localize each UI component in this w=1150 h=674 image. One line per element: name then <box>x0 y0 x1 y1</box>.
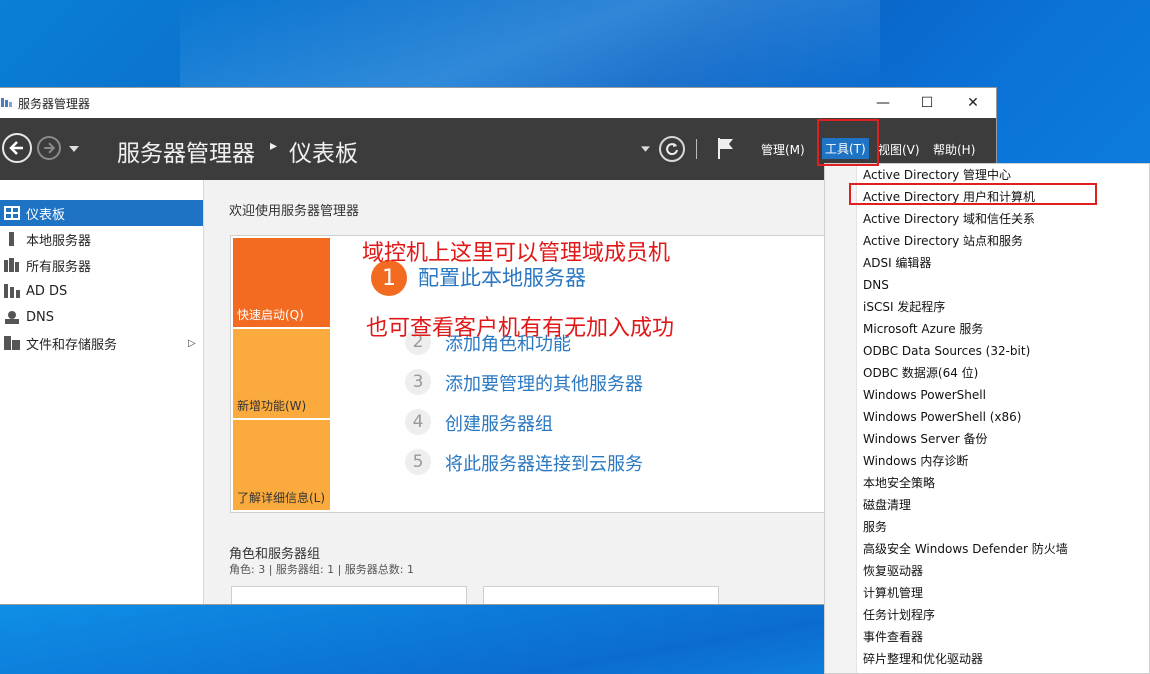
dns-icon <box>4 310 20 324</box>
tile-label: 了解详细信息(L) <box>237 491 326 505</box>
menu-help[interactable]: 帮助(H) <box>933 141 975 158</box>
sidebar-item-label: DNS <box>26 309 54 325</box>
sidebar-item-label: 文件和存储服务 <box>26 337 118 353</box>
step-link-create-group[interactable]: 创建服务器组 <box>445 410 553 436</box>
desktop-background <box>180 0 880 90</box>
refresh-icon <box>666 143 678 156</box>
tools-menu-item[interactable]: DNS <box>825 274 1149 296</box>
back-button[interactable] <box>2 133 32 163</box>
tools-menu-item[interactable]: 本地安全策略 <box>825 472 1149 494</box>
welcome-panel: 快速启动(Q) 新增功能(W) 了解详细信息(L) 1 配置此本地服务器 2 添… <box>230 235 832 513</box>
welcome-title: 欢迎使用服务器管理器 <box>229 204 360 219</box>
sidebar-item-label: 本地服务器 <box>26 233 92 249</box>
server-manager-icon <box>0 97 14 109</box>
notifications-flag-icon[interactable] <box>716 136 736 160</box>
tools-menu-item[interactable]: 磁盘清理 <box>825 494 1149 516</box>
sidebar-item-all-servers[interactable]: 所有服务器 <box>0 252 203 278</box>
tools-menu-item[interactable]: 碎片整理和优化驱动器 <box>825 648 1149 670</box>
toolbar-divider <box>696 139 697 159</box>
tools-menu-item[interactable]: Active Directory 域和信任关系 <box>825 208 1149 230</box>
tools-menu-item[interactable]: 计算机管理 <box>825 582 1149 604</box>
tools-menu-list: Active Directory 管理中心 Active Directory 用户… <box>825 164 1149 670</box>
tools-menu-item[interactable]: Active Directory 站点和服务 <box>825 230 1149 252</box>
tools-menu-item[interactable]: Windows PowerShell (x86) <box>825 406 1149 428</box>
tile-whats-new[interactable]: 新增功能(W) <box>233 329 330 418</box>
menu-manage[interactable]: 管理(M) <box>761 141 805 158</box>
tools-menu-item[interactable]: ODBC 数据源(64 位) <box>825 362 1149 384</box>
forward-arrow-icon <box>44 142 56 154</box>
close-icon: ✕ <box>967 95 979 111</box>
sidebar-item-local-server[interactable]: 本地服务器 <box>0 226 203 252</box>
step-number-3: 3 <box>405 369 431 395</box>
sidebar-item-dashboard[interactable]: 仪表板 <box>0 200 203 226</box>
tools-menu-item[interactable]: 任务计划程序 <box>825 604 1149 626</box>
storage-icon <box>4 336 20 350</box>
refresh-button[interactable] <box>659 136 685 162</box>
role-card[interactable] <box>231 586 467 604</box>
step-link-add-servers[interactable]: 添加要管理的其他服务器 <box>445 370 643 396</box>
tools-menu-item[interactable]: 恢复驱动器 <box>825 560 1149 582</box>
tile-quick-start[interactable]: 快速启动(Q) <box>233 238 330 327</box>
tools-menu-item[interactable]: 事件查看器 <box>825 626 1149 648</box>
sidebar-item-file-storage[interactable]: 文件和存储服务 ▷ <box>0 330 203 356</box>
window-title: 服务器管理器 <box>18 96 91 111</box>
server-icon <box>4 232 20 246</box>
page-title: 仪表板 <box>289 141 358 167</box>
tools-menu-item[interactable]: Windows PowerShell <box>825 384 1149 406</box>
breadcrumb-root[interactable]: 服务器管理器 <box>117 134 255 168</box>
minimize-button[interactable]: — <box>860 88 906 118</box>
back-arrow-icon <box>9 141 23 155</box>
expand-arrow-icon[interactable]: ▷ <box>188 338 196 349</box>
sidebar-item-label: AD DS <box>26 283 68 299</box>
roles-summary: 角色: 3 | 服务器组: 1 | 服务器总数: 1 <box>229 563 415 576</box>
tools-menu-item[interactable]: Windows Server 备份 <box>825 428 1149 450</box>
role-card[interactable] <box>483 586 719 604</box>
tile-label: 新增功能(W) <box>237 399 307 413</box>
history-dropdown-icon[interactable] <box>68 145 80 153</box>
annotation-text: 域控机上这里可以管理域成员机 <box>362 241 671 266</box>
close-button[interactable]: ✕ <box>950 88 996 118</box>
sidebar-item-ad-ds[interactable]: AD DS <box>0 278 203 304</box>
step-number-5: 5 <box>405 449 431 475</box>
roles-title: 角色和服务器组 <box>229 547 321 562</box>
title-bar: 服务器管理器 — ☐ ✕ <box>0 88 996 118</box>
tools-menu-item[interactable]: ADSI 编辑器 <box>825 252 1149 274</box>
sidebar: 仪表板 本地服务器 所有服务器 AD DS DNS 文件和存储服务 ▷ <box>0 180 204 604</box>
tools-menu-item[interactable]: Windows 内存诊断 <box>825 450 1149 472</box>
annotation-text: 也可查看客户机有有无加入成功 <box>366 316 675 341</box>
sidebar-item-label: 仪表板 <box>26 207 66 223</box>
refresh-dropdown-icon[interactable] <box>641 146 650 153</box>
maximize-icon: ☐ <box>920 95 934 111</box>
tools-menu-highlight <box>817 119 879 166</box>
step-link-cloud-connect[interactable]: 将此服务器连接到云服务 <box>445 450 643 476</box>
servers-icon <box>4 258 20 272</box>
forward-button[interactable] <box>37 136 61 160</box>
tools-menu-item[interactable]: Microsoft Azure 服务 <box>825 318 1149 340</box>
maximize-button[interactable]: ☐ <box>904 88 950 118</box>
ad-ds-icon <box>4 284 20 298</box>
tools-dropdown-menu: Active Directory 管理中心 Active Directory 用户… <box>824 163 1150 674</box>
tools-menu-item[interactable]: 高级安全 Windows Defender 防火墙 <box>825 538 1149 560</box>
tile-learn-more[interactable]: 了解详细信息(L) <box>233 420 330 510</box>
tools-menu-item[interactable]: 服务 <box>825 516 1149 538</box>
sidebar-item-label: 所有服务器 <box>26 259 92 275</box>
dashboard-icon <box>4 206 20 220</box>
tools-menu-item[interactable]: iSCSI 发起程序 <box>825 296 1149 318</box>
ad-users-computers-highlight <box>849 183 1097 205</box>
minimize-icon: — <box>876 95 890 111</box>
tools-menu-item[interactable]: ODBC Data Sources (32-bit) <box>825 340 1149 362</box>
tile-label: 快速启动(Q) <box>237 308 304 322</box>
menu-view[interactable]: 视图(V) <box>878 141 920 158</box>
step-number-4: 4 <box>405 409 431 435</box>
sidebar-item-dns[interactable]: DNS <box>0 304 203 330</box>
breadcrumb-separator-icon: ▸ <box>270 138 278 154</box>
